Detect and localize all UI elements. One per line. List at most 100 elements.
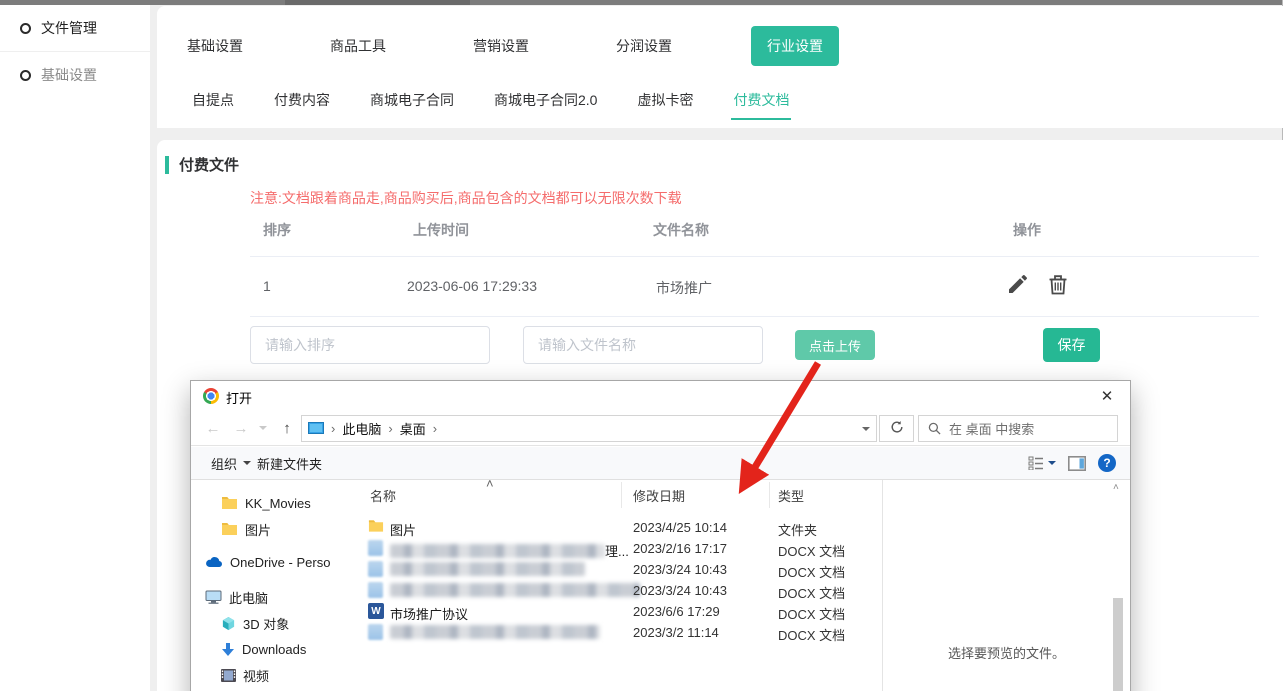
search-input[interactable]: 在 桌面 中搜索 bbox=[918, 415, 1118, 442]
notice-text: 注意:文档跟着商品走,商品购买后,商品包含的文档都可以无限次数下载 bbox=[250, 188, 682, 208]
divider bbox=[250, 256, 1259, 257]
preview-placeholder-text: 选择要预览的文件。 bbox=[883, 643, 1130, 662]
left-sidebar: 文件管理 基础设置 bbox=[0, 5, 150, 691]
3d-objects-icon bbox=[221, 616, 236, 631]
file-type: DOCX 文档 bbox=[778, 583, 845, 602]
tree-item[interactable]: Downloads bbox=[191, 636, 356, 662]
preview-pane-button[interactable] bbox=[1068, 456, 1086, 471]
navigation-tree: KK_Movies 图片 OneDrive - Perso 此电脑 bbox=[191, 480, 356, 691]
tree-item[interactable]: 图片 bbox=[191, 516, 356, 542]
file-row[interactable]: 理... 2023/2/16 17:17 DOCX 文档 bbox=[356, 538, 882, 559]
desktop-icon bbox=[308, 422, 324, 435]
cell-file-name: 市场推广 bbox=[656, 278, 712, 298]
new-folder-button[interactable]: 新建文件夹 bbox=[257, 447, 322, 479]
column-name[interactable]: 名称 bbox=[370, 486, 396, 505]
blurred-text bbox=[390, 562, 585, 576]
blurred-document-icon bbox=[368, 540, 383, 556]
file-modified-date: 2023/2/16 17:17 bbox=[633, 541, 727, 556]
file-row[interactable]: 2023/3/24 10:43 DOCX 文档 bbox=[356, 559, 882, 580]
sidebar-item[interactable]: 基础设置 bbox=[0, 52, 150, 98]
dialog-title-bar[interactable]: 打开 ✕ bbox=[191, 381, 1130, 411]
secondary-tab[interactable]: 付费内容 bbox=[272, 86, 332, 120]
file-row[interactable]: 2023/3/24 10:43 DOCX 文档 bbox=[356, 580, 882, 601]
section-accent-bar bbox=[165, 156, 169, 174]
secondary-tab[interactable]: 付费文档 bbox=[731, 86, 791, 120]
breadcrumb-separator: › bbox=[426, 421, 444, 436]
order-input[interactable] bbox=[250, 326, 490, 364]
refresh-button[interactable] bbox=[879, 415, 914, 442]
breadcrumb-desktop[interactable]: 桌面 bbox=[400, 419, 426, 438]
list-view-icon bbox=[1028, 456, 1044, 470]
preview-pane: 选择要预览的文件。 bbox=[883, 480, 1130, 691]
primary-tab[interactable]: 营销设置 bbox=[465, 26, 537, 66]
secondary-tab[interactable]: 商城电子合同2.0 bbox=[492, 86, 599, 120]
cell-upload-time: 2023-06-06 17:29:33 bbox=[407, 278, 537, 294]
circle-icon bbox=[20, 70, 31, 81]
address-bar[interactable]: › 此电脑 › 桌面 › bbox=[301, 415, 877, 442]
tree-item-label: 图片 bbox=[245, 520, 271, 539]
help-button[interactable]: ? bbox=[1098, 454, 1116, 472]
save-button[interactable]: 保存 bbox=[1043, 328, 1100, 362]
tree-item-label: 3D 对象 bbox=[243, 614, 289, 633]
sort-ascending-icon: ˄ bbox=[486, 476, 494, 491]
secondary-tab[interactable]: 商城电子合同 bbox=[368, 86, 456, 120]
settings-tabs-card: 基础设置 商品工具 营销设置 分润设置 行业设置 自提点 付费内容 商城电子合同 商城电子合同… bbox=[157, 6, 1283, 128]
forward-button[interactable]: → bbox=[229, 417, 253, 439]
preview-pane-icon bbox=[1068, 456, 1086, 471]
view-mode-button[interactable] bbox=[1028, 456, 1056, 470]
this-pc-icon bbox=[205, 590, 222, 604]
file-row[interactable]: 图片 2023/4/25 10:14 文件夹 bbox=[356, 517, 882, 538]
tree-item[interactable]: 此电脑 bbox=[191, 584, 356, 610]
primary-tab[interactable]: 基础设置 bbox=[179, 26, 251, 66]
file-row[interactable]: 2023/3/2 11:14 DOCX 文档 bbox=[356, 622, 882, 643]
upload-button[interactable]: 点击上传 bbox=[795, 330, 875, 360]
file-row[interactable]: W 市场推广协议 2023/6/6 17:29 DOCX 文档 bbox=[356, 601, 882, 622]
search-placeholder: 在 桌面 中搜索 bbox=[949, 419, 1034, 438]
file-name bbox=[390, 562, 585, 577]
column-divider[interactable] bbox=[621, 482, 622, 508]
column-divider[interactable] bbox=[769, 482, 770, 508]
dialog-toolbar: 组织 新建文件夹 ? bbox=[191, 447, 1130, 480]
secondary-tab[interactable]: 虚拟卡密 bbox=[635, 86, 695, 120]
edit-button[interactable] bbox=[1005, 272, 1031, 298]
address-dropdown-icon[interactable] bbox=[862, 427, 870, 435]
column-type[interactable]: 类型 bbox=[778, 486, 804, 505]
column-header-order: 排序 bbox=[263, 220, 291, 240]
browser-top-strip bbox=[0, 0, 1283, 5]
file-type: DOCX 文档 bbox=[778, 541, 845, 560]
tree-item[interactable]: KK_Movies bbox=[191, 490, 356, 516]
column-header-actions: 操作 bbox=[1013, 220, 1041, 240]
tree-item[interactable]: 3D 对象 bbox=[191, 610, 356, 636]
dialog-title: 打开 bbox=[226, 388, 252, 407]
section-header: 付费文件 bbox=[165, 154, 239, 175]
downloads-icon bbox=[221, 642, 235, 657]
primary-tab[interactable]: 行业设置 bbox=[751, 26, 839, 66]
refresh-icon bbox=[890, 420, 904, 434]
column-modified-date[interactable]: 修改日期 bbox=[633, 486, 685, 505]
history-dropdown-icon[interactable] bbox=[259, 426, 267, 434]
file-modified-date: 2023/3/24 10:43 bbox=[633, 583, 727, 598]
back-button[interactable]: ← bbox=[201, 417, 225, 439]
blurred-document-icon bbox=[368, 582, 383, 598]
filename-input[interactable] bbox=[523, 326, 763, 364]
blurred-document-icon bbox=[368, 561, 383, 577]
column-header-upload-time: 上传时间 bbox=[413, 220, 469, 240]
tree-item[interactable]: OneDrive - Perso bbox=[191, 549, 356, 575]
primary-tab[interactable]: 分润设置 bbox=[608, 26, 680, 66]
dialog-navigation-bar: ← → ↑ › 此电脑 › 桌面 › 在 桌面 中搜索 bbox=[191, 411, 1130, 446]
secondary-tab[interactable]: 自提点 bbox=[190, 86, 236, 120]
primary-tab-bar: 基础设置 商品工具 营销设置 分润设置 行业设置 bbox=[179, 26, 839, 66]
column-header-file-name: 文件名称 bbox=[653, 220, 709, 240]
search-icon bbox=[928, 422, 941, 435]
close-button[interactable]: ✕ bbox=[1086, 381, 1128, 410]
file-name: 理... bbox=[390, 541, 629, 560]
file-modified-date: 2023/3/24 10:43 bbox=[633, 562, 727, 577]
organize-button[interactable]: 组织 bbox=[211, 447, 251, 479]
primary-tab[interactable]: 商品工具 bbox=[322, 26, 394, 66]
tree-item[interactable]: 视频 bbox=[191, 662, 356, 688]
up-button[interactable]: ↑ bbox=[275, 417, 299, 439]
sidebar-item[interactable]: 文件管理 bbox=[0, 5, 150, 52]
breadcrumb-this-pc[interactable]: 此电脑 bbox=[342, 419, 381, 438]
delete-button[interactable] bbox=[1045, 272, 1071, 298]
file-list: ˄ 名称 修改日期 类型 图片 2023/4/25 10:14 文件夹 理...… bbox=[356, 480, 882, 691]
